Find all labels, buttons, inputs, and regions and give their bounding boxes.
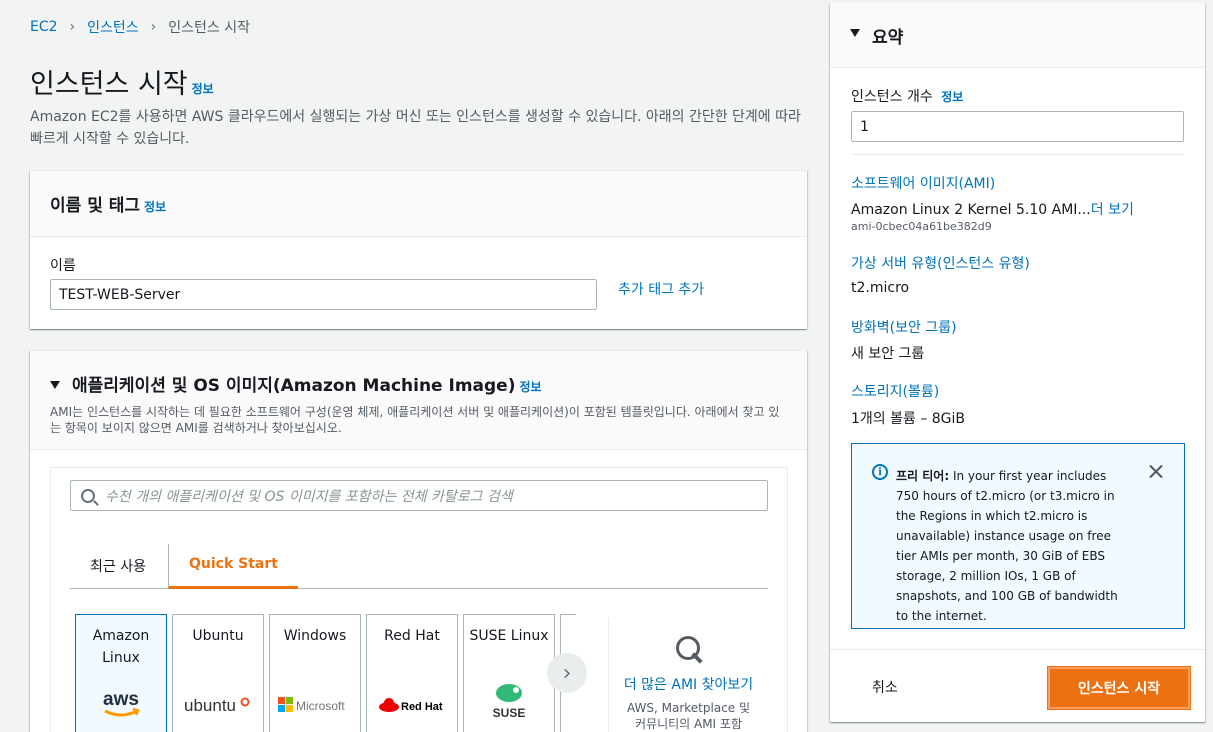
browse-more-ami[interactable]: 더 많은 AMI 찾아보기 AWS, Marketplace 및 커뮤니티의 A… — [621, 634, 756, 732]
svg-text:ubuntu: ubuntu — [184, 696, 236, 715]
instance-type-value: t2.micro — [851, 280, 910, 296]
carousel-next-button[interactable]: › — [547, 653, 587, 693]
os-tile-label: SUSE Linux — [469, 628, 549, 644]
page-info-link[interactable]: 정보 — [192, 80, 214, 97]
ami-summary-value-text: Amazon Linux 2 Kernel 5.10 AMI... — [851, 202, 1091, 218]
ami-summary-value: Amazon Linux 2 Kernel 5.10 AMI...더 보기 — [851, 199, 1134, 219]
microsoft-logo-icon: Microsoft — [270, 685, 360, 725]
name-label: 이름 — [50, 258, 76, 274]
summary-header: 요약 — [830, 3, 1205, 68]
info-icon: i — [872, 464, 888, 480]
ami-tabs: 최근 사용 Quick Start — [70, 544, 768, 589]
browse-more-ami-sub: AWS, Marketplace 및 커뮤니티의 AMI 포함 — [626, 701, 751, 731]
chevron-right-icon: › — [69, 19, 76, 35]
caret-down-icon[interactable] — [850, 29, 860, 37]
name-tags-title-text: 이름 및 태그 — [50, 196, 141, 216]
free-tier-text: 프리 티어: In your first year includes 750 h… — [896, 466, 1126, 626]
chevron-right-icon: › — [562, 660, 572, 686]
redhat-logo-icon: Red Hat — [367, 685, 457, 725]
free-tier-body: In your first year includes 750 hours of… — [896, 469, 1118, 623]
svg-text:Microsoft: Microsoft — [296, 699, 345, 713]
free-tier-alert: i 프리 티어: In your first year includes 750… — [851, 443, 1185, 629]
os-tile-label: Amazon Linux — [92, 628, 150, 666]
ami-search-placeholder: 수천 개의 애플리케이션 및 OS 이미지를 포함하는 전체 카탈로그 검색 — [105, 488, 513, 505]
ami-search-input[interactable]: 수천 개의 애플리케이션 및 OS 이미지를 포함하는 전체 카탈로그 검색 — [70, 480, 768, 511]
breadcrumb: EC2 › 인스턴스 › 인스턴스 시작 — [30, 17, 250, 37]
close-icon[interactable] — [1146, 462, 1166, 482]
free-tier-title: 프리 티어: — [896, 469, 950, 483]
os-tile-windows[interactable]: Windows Microsoft — [269, 614, 361, 732]
divider — [851, 154, 1184, 155]
page-description: Amazon EC2를 사용하면 AWS 클라우드에서 실행되는 가상 머신 또… — [30, 109, 801, 147]
ubuntu-logo-icon: ubuntu — [173, 685, 263, 725]
divider — [830, 649, 1205, 650]
os-tiles: Amazon Linux aws Ubuntu ubuntu Windows M… — [75, 614, 576, 732]
svg-text:SUSE: SUSE — [493, 706, 526, 720]
instance-count-info-link[interactable]: 정보 — [941, 90, 963, 104]
ami-description: AMI는 인스턴스를 시작하는 데 필요한 소프트웨어 구성(운영 체제, 애플… — [50, 405, 780, 435]
name-tags-header: 이름 및 태그 정보 — [30, 171, 807, 237]
os-tile-label: Ubuntu — [192, 628, 244, 644]
breadcrumb-current: 인스턴스 시작 — [168, 20, 251, 36]
ami-info-link[interactable]: 정보 — [519, 378, 541, 395]
browse-more-ami-link[interactable]: 더 많은 AMI 찾아보기 — [621, 674, 756, 696]
instance-count-label-text: 인스턴스 개수 — [851, 89, 933, 105]
name-tags-info-link[interactable]: 정보 — [144, 198, 166, 215]
storage-link[interactable]: 스토리지(볼륨) — [851, 381, 939, 401]
launch-instance-button[interactable]: 인스턴스 시작 — [1048, 667, 1190, 709]
aws-logo-icon: aws — [76, 685, 166, 725]
os-tile-label: Windows — [283, 628, 347, 644]
suse-logo-icon: SUSE — [464, 681, 554, 721]
name-tags-section: 이름 및 태그 정보 이름 TEST-WEB-Server 추가 태그 추가 — [30, 170, 807, 329]
instance-count-label: 인스턴스 개수 정보 — [851, 86, 963, 106]
ami-title-text: 애플리케이션 및 OS 이미지(Amazon Machine Image) — [72, 376, 516, 396]
chevron-right-icon: › — [150, 19, 157, 35]
ami-section: 애플리케이션 및 OS 이미지(Amazon Machine Image) 정보… — [30, 350, 807, 732]
security-group-link[interactable]: 방화벽(보안 그룹) — [851, 317, 957, 337]
os-tile-suse[interactable]: SUSE Linux SUSE — [463, 614, 555, 732]
caret-down-icon[interactable] — [50, 381, 60, 389]
ami-more-link[interactable]: 더 보기 — [1091, 202, 1134, 218]
instance-type-link[interactable]: 가상 서버 유형(인스턴스 유형) — [851, 253, 1030, 273]
os-tile-label: Red Hat — [384, 628, 440, 644]
ami-id: ami-0cbec04a61be382d9 — [851, 220, 992, 233]
summary-panel: 요약 인스턴스 개수 정보 1 소프트웨어 이미지(AMI) Amazon Li… — [830, 3, 1205, 722]
os-tile-red-hat[interactable]: Red Hat Red Hat — [366, 614, 458, 732]
tab-quick-start[interactable]: Quick Start — [167, 544, 298, 589]
search-icon — [674, 634, 704, 664]
ami-header: 애플리케이션 및 OS 이미지(Amazon Machine Image) 정보… — [30, 351, 807, 450]
os-tile-ubuntu[interactable]: Ubuntu ubuntu — [172, 614, 264, 732]
name-input[interactable]: TEST-WEB-Server — [50, 279, 597, 310]
svg-text:aws: aws — [103, 689, 139, 710]
add-tags-link[interactable]: 추가 태그 추가 — [618, 279, 704, 299]
cancel-button[interactable]: 취소 — [872, 677, 898, 697]
instance-count-input[interactable]: 1 — [851, 111, 1184, 142]
search-icon — [81, 488, 95, 503]
name-tags-title: 이름 및 태그 정보 — [50, 191, 787, 216]
os-tile-amazon-linux[interactable]: Amazon Linux aws — [75, 614, 167, 732]
breadcrumb-ec2[interactable]: EC2 — [30, 19, 58, 35]
ami-summary-link[interactable]: 소프트웨어 이미지(AMI) — [851, 173, 995, 193]
security-group-value: 새 보안 그룹 — [851, 346, 925, 362]
ami-title: 애플리케이션 및 OS 이미지(Amazon Machine Image) 정보 — [50, 371, 787, 396]
svg-text:Red Hat: Red Hat — [401, 701, 443, 713]
breadcrumb-instances[interactable]: 인스턴스 — [87, 17, 139, 37]
divider — [608, 618, 609, 732]
tab-recent[interactable]: 최근 사용 — [70, 544, 166, 589]
page-title: 인스턴스 시작 정보 — [30, 62, 214, 101]
ami-catalog: 수천 개의 애플리케이션 및 OS 이미지를 포함하는 전체 카탈로그 검색 최… — [50, 467, 788, 732]
summary-title: 요약 — [872, 27, 904, 48]
page-title-text: 인스턴스 시작 — [30, 69, 188, 100]
storage-value: 1개의 볼륨 – 8GiB — [851, 411, 966, 427]
